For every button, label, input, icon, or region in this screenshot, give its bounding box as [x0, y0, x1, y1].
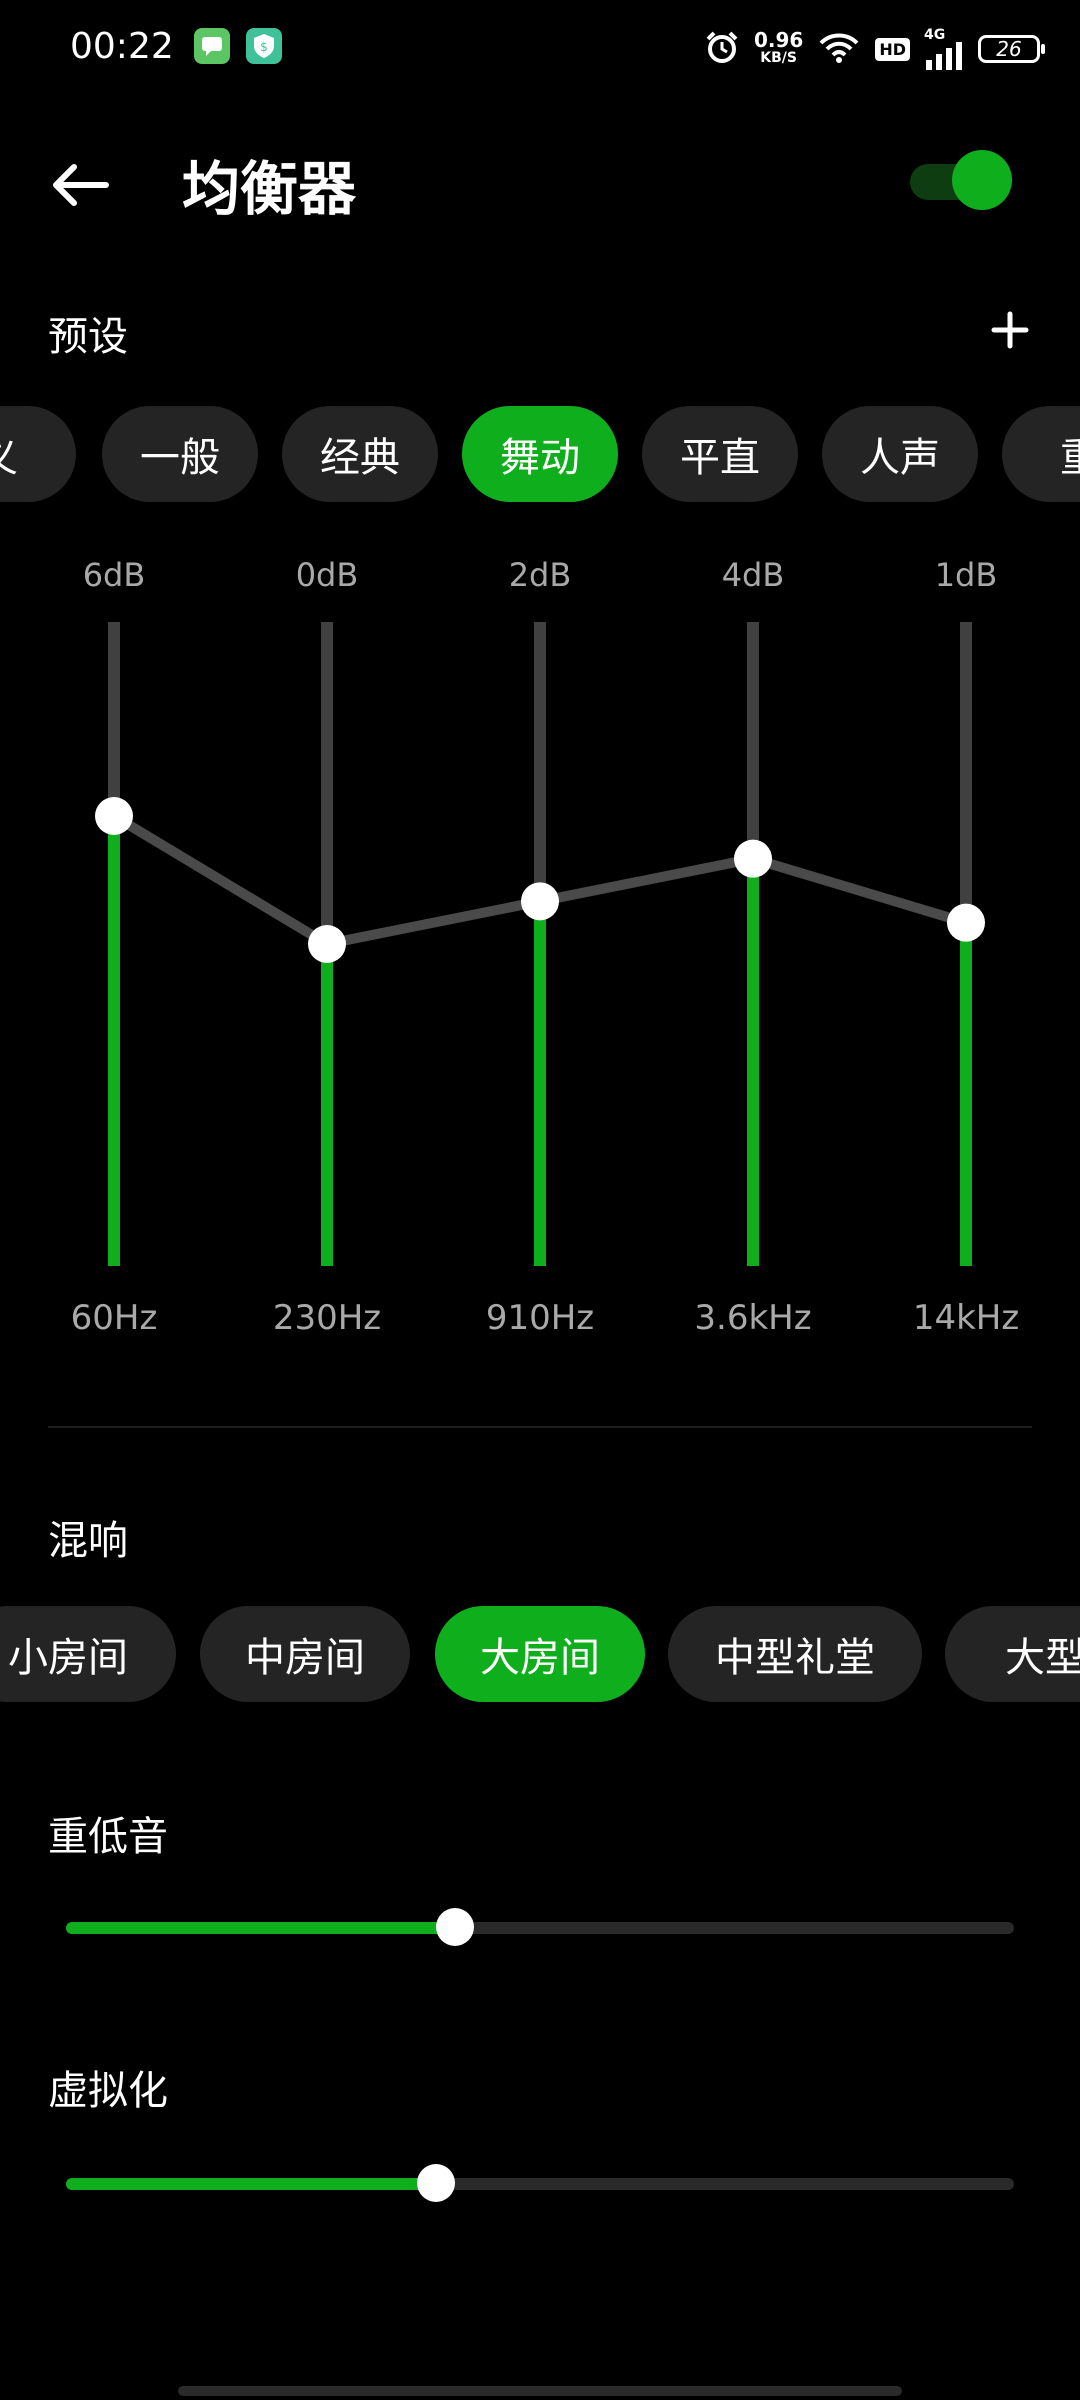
virtualizer-slider-thumb[interactable]	[416, 2164, 455, 2202]
band-thumb[interactable]	[95, 797, 133, 835]
add-preset-button[interactable]	[980, 300, 1040, 360]
preset-chip[interactable]: 一般	[102, 406, 258, 502]
reverb-chip[interactable]: 大房间	[435, 1606, 645, 1702]
preset-chip-row: 义一般经典舞动平直人声重	[0, 406, 1080, 502]
reverb-title: 混响	[48, 1518, 128, 1564]
virtualizer-title: 虚拟化	[48, 2068, 168, 2114]
preset-chip[interactable]: 经典	[282, 406, 438, 502]
equalizer-panel: 6dB 60Hz 0dB 230Hz 2dB 910Hz 4dB 3.6kHz 1dB 14kHz	[0, 540, 1080, 1360]
gesture-navigation-bar[interactable]	[178, 2386, 902, 2396]
plus-icon	[991, 311, 1029, 349]
band-frequency-label: 230Hz	[272, 1298, 382, 1338]
network-speed: 0.96 KB/S	[753, 28, 804, 66]
presets-title: 预设	[48, 314, 128, 360]
toggle-knob	[952, 150, 1012, 210]
reverb-chip[interactable]: 中型礼堂	[668, 1606, 922, 1702]
bass-slider[interactable]	[66, 1898, 1014, 1958]
alarm-icon	[704, 29, 740, 69]
band-db-label: 4dB	[721, 556, 785, 594]
back-arrow-icon	[53, 164, 109, 206]
band-db-label: 0dB	[295, 556, 359, 594]
bass-slider-thumb[interactable]	[435, 1908, 474, 1946]
divider	[48, 1426, 1032, 1428]
band-frequency-label: 14kHz	[912, 1298, 1020, 1338]
band-thumb[interactable]	[308, 925, 346, 963]
wifi-icon	[817, 29, 861, 69]
hd-voice-icon: HD	[875, 37, 910, 61]
band-frequency-label: 3.6kHz	[694, 1298, 812, 1338]
band-db-label: 2dB	[508, 556, 572, 594]
band-frequency-label: 60Hz	[70, 1298, 158, 1338]
bass-slider-fill	[66, 1922, 455, 1934]
page-title: 均衡器	[182, 155, 357, 223]
svg-text:$: $	[260, 40, 268, 54]
status-time: 00:22	[70, 26, 174, 67]
status-bar: 00:22 $ 0.96 KB/S HD 4G 26	[0, 0, 1080, 100]
band-thumb[interactable]	[734, 839, 772, 878]
preset-chip[interactable]: 义	[0, 406, 76, 502]
band-db-label: 6dB	[82, 556, 146, 594]
security-notification-icon: $	[246, 28, 282, 64]
preset-chip[interactable]: 舞动	[462, 406, 618, 502]
virtualizer-slider[interactable]	[66, 2154, 1014, 2214]
band-frequency-label: 910Hz	[485, 1298, 595, 1338]
virtualizer-slider-fill	[66, 2178, 436, 2190]
reverb-chip[interactable]: 大型礼	[945, 1606, 1080, 1702]
reverb-chip[interactable]: 小房间	[0, 1606, 176, 1702]
header: 均衡器	[0, 120, 1080, 240]
band-db-label: 1dB	[934, 556, 998, 594]
band-thumb[interactable]	[947, 903, 985, 942]
back-button[interactable]	[44, 150, 114, 220]
reverb-chip-row: 小房间中房间大房间中型礼堂大型礼	[0, 1606, 1080, 1702]
reverb-chip[interactable]: 中房间	[200, 1606, 410, 1702]
equalizer-graph	[95, 622, 985, 1266]
preset-chip[interactable]: 人声	[822, 406, 978, 502]
battery-level: 26	[996, 37, 1022, 61]
cellular-signal-icon: 4G	[924, 28, 964, 70]
status-icons: 0.96 KB/S HD 4G 26	[704, 26, 1045, 72]
bass-title: 重低音	[48, 1814, 168, 1860]
band-thumb[interactable]	[521, 882, 559, 921]
preset-chip[interactable]: 重	[1002, 406, 1080, 502]
preset-chip[interactable]: 平直	[642, 406, 798, 502]
battery-icon: 26	[978, 35, 1045, 63]
messages-notification-icon	[194, 28, 230, 64]
equalizer-toggle[interactable]	[910, 150, 1012, 210]
